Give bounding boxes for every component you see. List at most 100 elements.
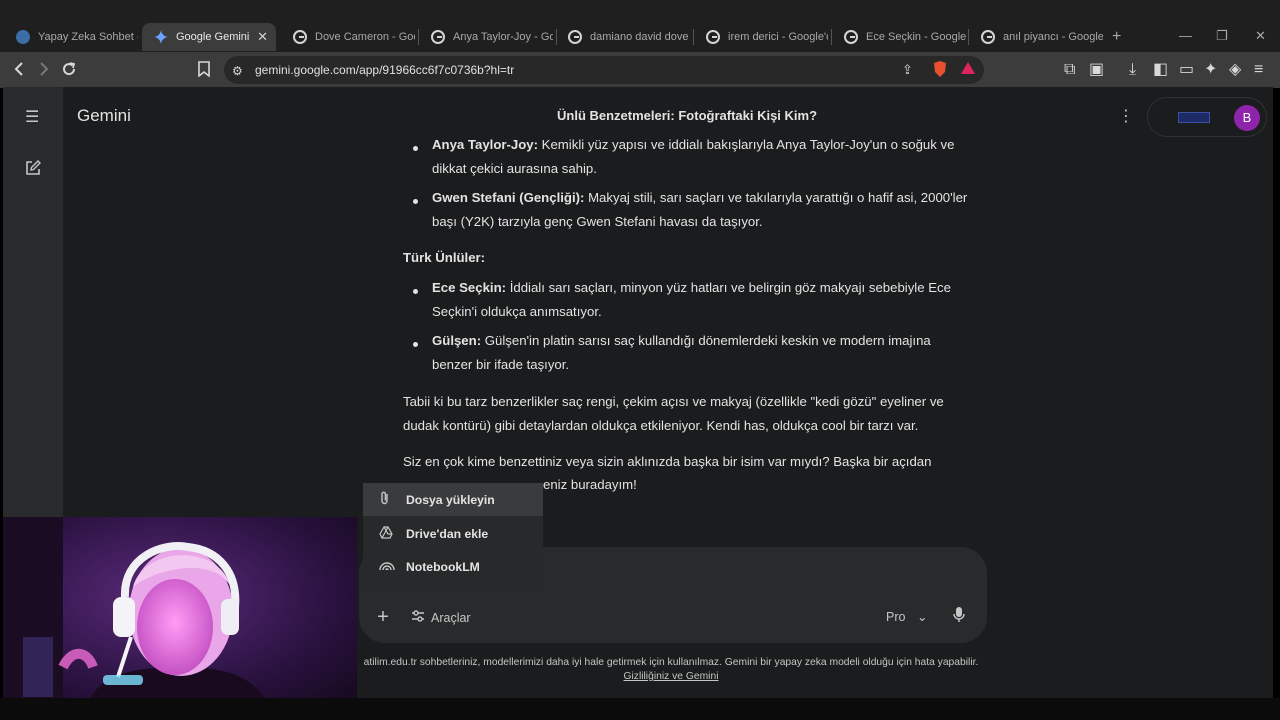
tab-google-gemini[interactable]: Google Gemini ✕ [142, 23, 276, 51]
google-favicon-icon [568, 30, 582, 44]
paperclip-icon [379, 491, 391, 508]
tab-damiano-david[interactable]: damiano david dove c [556, 23, 690, 51]
account-area[interactable]: B [1147, 97, 1267, 137]
vpn-icon[interactable]: ◈ [1229, 61, 1241, 79]
hamburger-menu-icon[interactable]: ☰ [25, 107, 39, 127]
tab-ece-seckin[interactable]: Ece Seçkin - Google'd [832, 23, 966, 51]
extensions-icon[interactable]: ⧉ [1064, 61, 1075, 79]
google-favicon-icon [844, 30, 858, 44]
tab-title: Dove Cameron - Goo [315, 31, 415, 43]
browser-tab-strip: Yapay Zeka Sohbet - I Google Gemini ✕ Do… [0, 0, 1280, 52]
url-host: gemini.google.com [255, 63, 356, 77]
url-path: /app/91966cc6f7c0736b?hl=tr [355, 63, 515, 77]
site-favicon-icon [16, 30, 30, 44]
tab-title: Anya Taylor-Joy - Goo [453, 31, 553, 43]
bottom-bar [0, 698, 1280, 720]
response-paragraph-line: eniz buradayım! [543, 477, 637, 492]
menu-icon[interactable]: ≡ [1254, 61, 1263, 79]
webcam-overlay [3, 517, 357, 716]
tab-title: irem derici - Google'd [728, 31, 828, 43]
tab-anya-taylor-joy[interactable]: Anya Taylor-Joy - Goo [419, 23, 553, 51]
url-text: gemini.google.com/app/91966cc6f7c0736b?h… [255, 63, 514, 77]
list-bullet [413, 146, 418, 151]
section-heading: Türk Ünlüler: [403, 246, 485, 270]
leo-ai-icon[interactable]: ✦ [1204, 61, 1217, 79]
bookmark-icon[interactable] [198, 61, 210, 82]
list-item: Gwen Stefani (Gençliği): Makyaj stili, s… [432, 186, 972, 233]
tab-irem-derici[interactable]: irem derici - Google'd [694, 23, 828, 51]
chevron-down-icon: ⌄ [916, 610, 928, 624]
menu-item-label: Dosya yükleyin [406, 492, 495, 507]
menu-item-upload-file[interactable]: Dosya yükleyin [363, 483, 543, 516]
google-favicon-icon [981, 30, 995, 44]
footer-notice: atilim.edu.tr sohbetleriniz, modellerimi… [359, 656, 983, 684]
attach-menu: Dosya yükleyin Drive'dan ekle NotebookLM [363, 483, 543, 591]
tab-dove-cameron[interactable]: Dove Cameron - Goo [281, 23, 415, 51]
response-paragraph: Tabii ki bu tarz benzerlikler saç rengi,… [403, 394, 944, 433]
notebooklm-icon [379, 559, 395, 574]
reload-icon[interactable] [61, 61, 77, 82]
microphone-icon[interactable] [953, 607, 965, 626]
list-item: Anya Taylor-Joy: Kemikli yüz yapısı ve i… [432, 133, 972, 180]
celebrity-name: Gülşen: [432, 333, 482, 348]
avatar[interactable]: B [1234, 105, 1260, 131]
list-bullet [413, 342, 418, 347]
model-selector[interactable]: Pro ⌄ [886, 609, 927, 624]
turk-unluler-heading: Türk Ünlüler: [403, 250, 486, 265]
menu-item-label: NotebookLM [406, 559, 480, 574]
list-item: Gülşen: Gülşen'in platin sarısı saç kull… [432, 329, 972, 376]
tab-anil-piyanci[interactable]: anıl piyancı - Google'd [969, 23, 1103, 51]
tools-label: Araçlar [431, 610, 471, 625]
add-attachment-button[interactable]: + [371, 605, 395, 629]
google-favicon-icon [293, 30, 307, 44]
sidebar-icon[interactable]: ◧ [1153, 61, 1168, 79]
brave-rewards-icon[interactable] [960, 60, 976, 81]
reader-icon[interactable]: ▣ [1089, 61, 1104, 79]
close-window-icon[interactable]: ✕ [1255, 28, 1266, 44]
privacy-link[interactable]: Gizliliğiniz ve Gemini [624, 671, 719, 682]
tab-title: Ece Seçkin - Google'd [866, 31, 966, 43]
tab-title: damiano david dove c [590, 31, 690, 43]
celebrity-description: İddialı sarı saçları, minyon yüz hatları… [432, 280, 951, 319]
tab-title: anıl piyancı - Google'd [1003, 31, 1103, 43]
gemini-favicon-icon [154, 30, 168, 44]
list-bullet [413, 289, 418, 294]
response-paragraph-line: Siz en çok kime benzettiniz veya sizin a… [403, 454, 932, 469]
maximize-icon[interactable]: ❐ [1216, 28, 1228, 44]
tools-button[interactable]: Araçlar [411, 609, 471, 626]
list-item: Ece Seçkin: İddialı sarı saçları, minyon… [432, 276, 972, 323]
new-tab-icon[interactable]: + [1112, 28, 1121, 46]
celebrity-name: Anya Taylor-Joy: [432, 137, 539, 152]
more-options-icon[interactable]: ⋮ [1118, 106, 1134, 126]
back-icon[interactable] [12, 61, 26, 82]
google-favicon-icon [431, 30, 445, 44]
organization-logo [1178, 112, 1210, 123]
tab-title: Yapay Zeka Sohbet - I [38, 31, 138, 43]
celebrity-name: Ece Seçkin: [432, 280, 507, 295]
list-bullet [413, 199, 418, 204]
address-bar[interactable]: ⚙ gemini.google.com/app/91966cc6f7c0736b… [224, 56, 984, 84]
site-settings-icon[interactable]: ⚙ [232, 62, 243, 80]
chat-title[interactable]: Ünlü Benzetmeleri: Fotoğraftaki Kişi Kim… [557, 108, 817, 123]
menu-item-label: Drive'dan ekle [406, 526, 489, 541]
drive-icon [379, 525, 393, 542]
forward-icon[interactable] [37, 61, 51, 82]
browser-toolbar: ⚙ gemini.google.com/app/91966cc6f7c0736b… [0, 52, 1280, 88]
wallet-icon[interactable]: ▭ [1179, 61, 1194, 79]
share-icon[interactable]: ⇪ [902, 61, 913, 79]
menu-item-drive[interactable]: Drive'dan ekle [363, 517, 543, 550]
new-chat-icon[interactable] [25, 160, 41, 181]
celebrity-description: Gülşen'in platin sarısı saç kullandığı d… [432, 333, 931, 372]
minimize-icon[interactable]: — [1179, 28, 1192, 43]
celebrity-name: Gwen Stefani (Gençliği): [432, 190, 585, 205]
streamer-webcam-image [3, 517, 357, 716]
menu-item-notebooklm[interactable]: NotebookLM [363, 550, 543, 583]
brave-shields-icon[interactable] [932, 60, 948, 83]
google-favicon-icon [706, 30, 720, 44]
download-icon[interactable]: ⤓ [1129, 61, 1136, 79]
model-label: Pro [886, 610, 906, 624]
close-tab-icon[interactable]: ✕ [257, 29, 268, 45]
tab-yapay-zeka[interactable]: Yapay Zeka Sohbet - I [4, 23, 138, 51]
privacy-notice: atilim.edu.tr sohbetleriniz, modellerimi… [363, 657, 979, 668]
gemini-brand[interactable]: Gemini [77, 106, 131, 126]
